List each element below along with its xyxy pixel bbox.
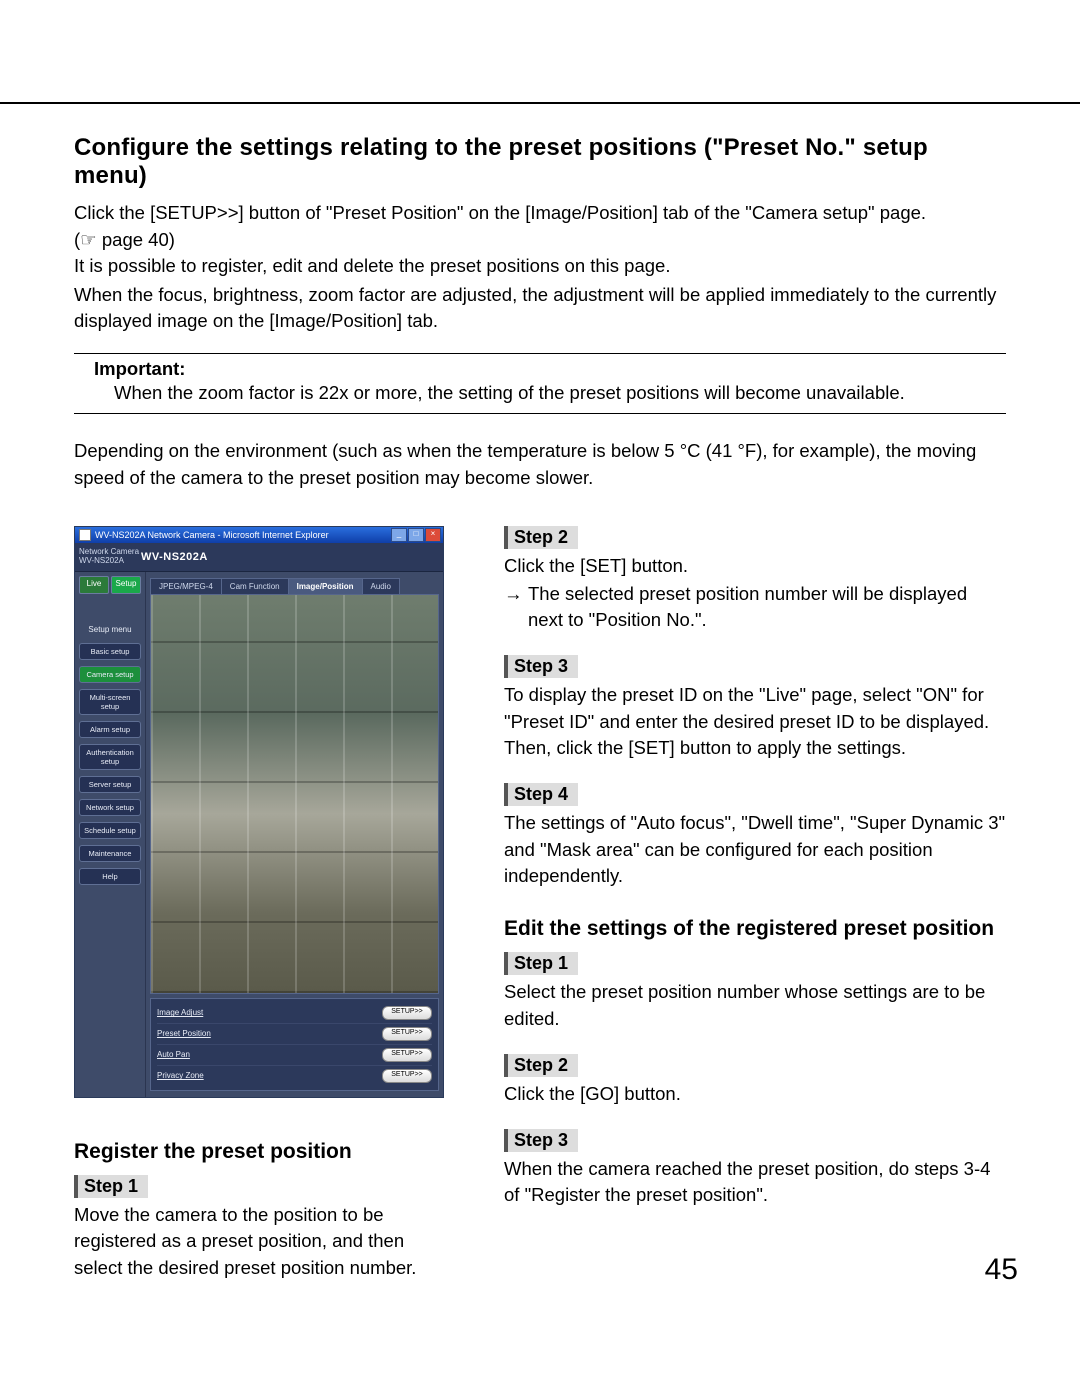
app-body: Live Setup Setup menu Basic setup Camera … (75, 572, 443, 1097)
top-rule (0, 102, 1080, 104)
arrow-icon: → (504, 581, 528, 634)
settings-row: Auto PanSETUP>> (157, 1045, 432, 1066)
setup-button[interactable]: SETUP>> (382, 1069, 432, 1083)
two-column-layout: WV-NS202A Network Camera - Microsoft Int… (74, 526, 1006, 1303)
row-label: Image Adjust (157, 1008, 382, 1017)
setup-button[interactable]: Setup (111, 576, 141, 594)
page-title: Configure the settings relating to the p… (74, 134, 1006, 190)
setup-button[interactable]: SETUP>> (382, 1048, 432, 1062)
setup-button[interactable]: SETUP>> (382, 1027, 432, 1041)
step-label: Step 2 (504, 1054, 578, 1077)
register-step3: Step 3 To display the preset ID on the "… (504, 655, 1006, 761)
register-step4: Step 4 The settings of "Auto focus", "Dw… (504, 783, 1006, 889)
step-label: Step 1 (74, 1175, 148, 1198)
tab[interactable]: JPEG/MPEG-4 (150, 578, 222, 594)
camera-ui-screenshot: WV-NS202A Network Camera - Microsoft Int… (74, 526, 444, 1098)
close-button[interactable]: × (425, 528, 441, 542)
environment-note: Depending on the environment (such as wh… (74, 438, 1006, 492)
step-label: Step 1 (504, 952, 578, 975)
intro-p1: Click the [SETUP>>] button of "Preset Po… (74, 200, 1006, 227)
register-heading: Register the preset position (74, 1138, 454, 1165)
sidebar-item[interactable]: Server setup (79, 776, 141, 793)
sidebar: Live Setup Setup menu Basic setup Camera … (75, 572, 146, 1097)
sidebar-item[interactable]: Multi-screen setup (79, 689, 141, 715)
tab[interactable]: Cam Function (221, 578, 289, 594)
window-title: WV-NS202A Network Camera - Microsoft Int… (95, 530, 329, 540)
sidebar-item[interactable]: Alarm setup (79, 721, 141, 738)
step-text: Click the [SET] button. (504, 553, 1006, 579)
step-label: Step 4 (504, 783, 578, 806)
step-text: Select the preset position number whose … (504, 979, 1006, 1032)
app-header: Network Camera WV-NS202A WV-NS202A (75, 543, 443, 572)
intro-pageref: (☞ page 40) (74, 229, 1006, 251)
edit-step3: Step 3 When the camera reached the prese… (504, 1129, 1006, 1209)
row-label: Auto Pan (157, 1050, 382, 1059)
settings-row: Preset PositionSETUP>> (157, 1024, 432, 1045)
sidebar-item[interactable]: Schedule setup (79, 822, 141, 839)
tab[interactable]: Audio (362, 578, 400, 594)
important-box: Important: When the zoom factor is 22x o… (74, 353, 1006, 414)
window-titlebar: WV-NS202A Network Camera - Microsoft Int… (75, 527, 443, 543)
row-label: Preset Position (157, 1029, 382, 1038)
page-content: Configure the settings relating to the p… (74, 134, 1006, 1303)
page-number: 45 (985, 1253, 1018, 1287)
row-label: Privacy Zone (157, 1071, 382, 1080)
ie-icon (79, 529, 91, 541)
edit-step2: Step 2 Click the [GO] button. (504, 1054, 1006, 1107)
important-label: Important: (94, 358, 1006, 380)
settings-row: Privacy ZoneSETUP>> (157, 1066, 432, 1086)
sidebar-item[interactable]: Authentication setup (79, 744, 141, 770)
step-label: Step 3 (504, 655, 578, 678)
settings-list: Image AdjustSETUP>>Preset PositionSETUP>… (150, 998, 439, 1091)
step-text: Click the [GO] button. (504, 1081, 1006, 1107)
left-column: WV-NS202A Network Camera - Microsoft Int… (74, 526, 454, 1303)
register-step2: Step 2 Click the [SET] button. → The sel… (504, 526, 1006, 634)
tab-bar: JPEG/MPEG-4Cam FunctionImage/PositionAud… (150, 578, 443, 594)
step-text: The settings of "Auto focus", "Dwell tim… (504, 810, 1006, 889)
step-text: To display the preset ID on the "Live" p… (504, 682, 1006, 761)
setup-button[interactable]: SETUP>> (382, 1006, 432, 1020)
important-text: When the zoom factor is 22x or more, the… (114, 380, 996, 407)
register-step1: Step 1 Move the camera to the position t… (74, 1175, 454, 1281)
right-column: Step 2 Click the [SET] button. → The sel… (504, 526, 1006, 1303)
step-result: → The selected preset position number wi… (504, 581, 1006, 634)
result-text: The selected preset position number will… (528, 581, 1006, 634)
edit-heading: Edit the settings of the registered pres… (504, 915, 1006, 942)
sidebar-item[interactable]: Camera setup (79, 666, 141, 683)
tab[interactable]: Image/Position (288, 578, 363, 594)
camera-preview (150, 594, 439, 994)
step-label: Step 2 (504, 526, 578, 549)
edit-step1: Step 1 Select the preset position number… (504, 952, 1006, 1032)
step-label: Step 3 (504, 1129, 578, 1152)
intro-p3: When the focus, brightness, zoom factor … (74, 282, 1006, 336)
sidebar-item[interactable]: Basic setup (79, 643, 141, 660)
sidebar-item[interactable]: Help (79, 868, 141, 885)
main-panel: JPEG/MPEG-4Cam FunctionImage/PositionAud… (146, 572, 443, 1097)
step-text: Move the camera to the position to be re… (74, 1202, 454, 1281)
mode-switch: Live Setup (79, 576, 141, 594)
brand-line2: WV-NS202A (79, 557, 141, 566)
sidebar-item[interactable]: Network setup (79, 799, 141, 816)
live-button[interactable]: Live (79, 576, 109, 594)
step-text: When the camera reached the preset posit… (504, 1156, 1006, 1209)
setup-menu-title: Setup menu (88, 625, 131, 634)
intro-p2: It is possible to register, edit and del… (74, 253, 1006, 280)
model-label: WV-NS202A (141, 551, 208, 563)
maximize-button[interactable]: □ (408, 528, 424, 542)
minimize-button[interactable]: _ (391, 528, 407, 542)
settings-row: Image AdjustSETUP>> (157, 1003, 432, 1024)
sidebar-item[interactable]: Maintenance (79, 845, 141, 862)
brand-block: Network Camera WV-NS202A (75, 548, 141, 566)
